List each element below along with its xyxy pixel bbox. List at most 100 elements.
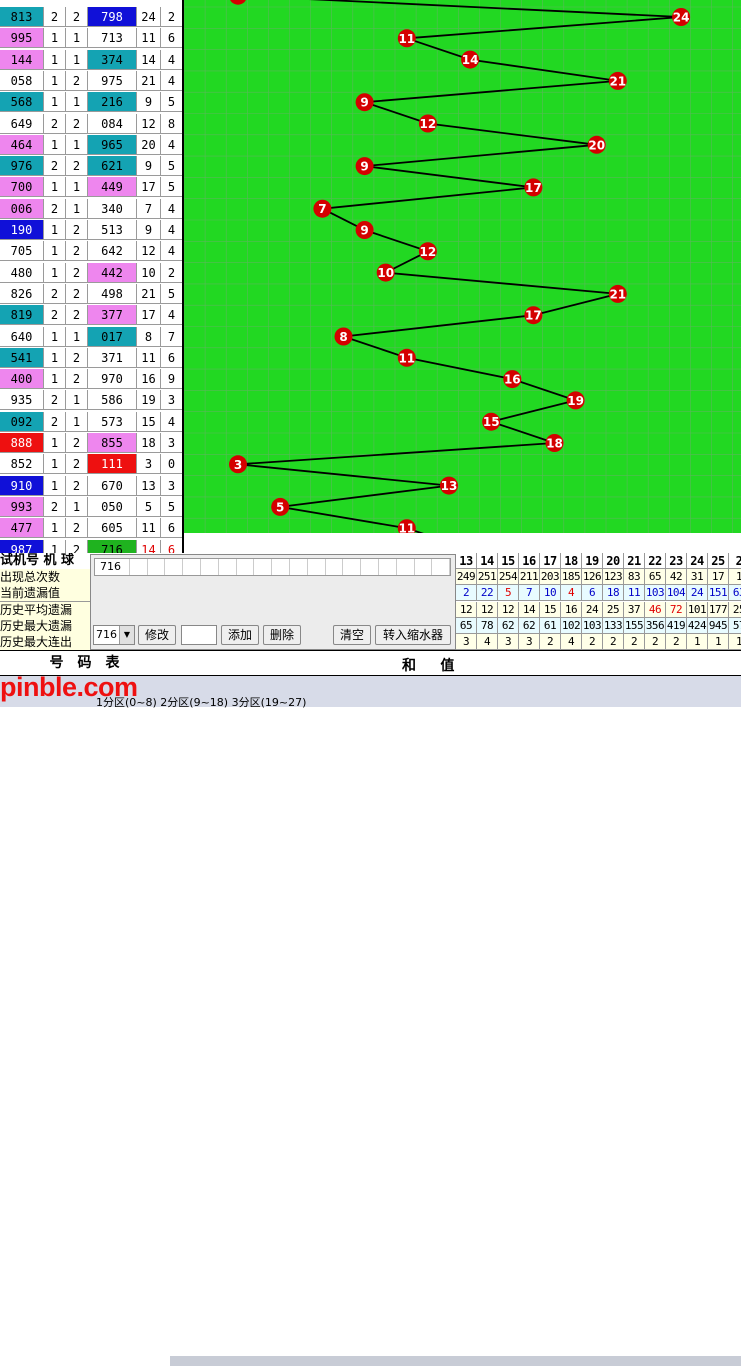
row-ball: 1 <box>66 198 88 219</box>
stats-cell: 24 <box>687 585 708 602</box>
entry-grid-cell[interactable] <box>131 559 148 575</box>
chevron-down-icon[interactable]: ▼ <box>119 626 134 644</box>
row-value: 965 <box>88 134 137 155</box>
stats-cell: 4 <box>561 634 582 650</box>
row-ball: 2 <box>66 283 88 304</box>
row-value: 975 <box>88 70 137 91</box>
stats-cell: 16 <box>519 553 540 569</box>
stats-cell: 23 <box>666 553 687 569</box>
row-number: 568 <box>0 92 44 113</box>
table-row: 190 1 2 513 9 4 <box>0 220 183 241</box>
row-machine: 1 <box>44 28 66 49</box>
row-sum: 9 <box>137 220 161 240</box>
entry-grid-cell[interactable] <box>433 559 451 575</box>
stats-cell: 12 <box>477 601 498 618</box>
table-row: 852 1 2 111 3 0 <box>0 454 183 475</box>
ball-label: 11 <box>398 32 415 46</box>
row-machine: 1 <box>44 369 66 390</box>
row-span: 6 <box>161 28 183 49</box>
entry-grid-cell[interactable] <box>291 559 308 575</box>
entry-grid-cell[interactable] <box>309 559 326 575</box>
entry-grid-cell[interactable] <box>380 559 397 575</box>
row-ball: 2 <box>66 305 88 326</box>
sum-ball: 9 <box>355 221 374 239</box>
row-number: 190 <box>0 220 44 240</box>
table-row: 700 1 1 449 17 5 <box>0 177 183 198</box>
shrink-button[interactable]: 转入缩水器 <box>375 625 451 645</box>
stats-cell: 25 <box>603 601 624 618</box>
entry-grid-cell[interactable] <box>273 559 290 575</box>
row-span: 4 <box>161 411 183 432</box>
stats-cell: 17 <box>540 553 561 569</box>
stats-cell: 13 <box>456 553 477 569</box>
stats-cell: 12 <box>456 601 477 618</box>
entry-grid-cell[interactable] <box>113 559 130 575</box>
row-sum: 14 <box>137 49 161 70</box>
entry-grid-cell[interactable] <box>326 559 344 575</box>
row-number: 541 <box>0 347 44 368</box>
entry-grid-cell[interactable] <box>255 559 273 575</box>
clear-button[interactable]: 清空 <box>333 625 371 645</box>
row-value: 084 <box>88 113 137 134</box>
stats-cell: 21 <box>624 553 645 569</box>
ball-label: 12 <box>420 117 437 131</box>
entry-grid-cell[interactable] <box>166 559 184 575</box>
add-button[interactable]: 添加 <box>221 625 259 645</box>
sum-ball: 9 <box>355 157 374 176</box>
stats-cell: 945 <box>708 617 729 634</box>
row-value: 573 <box>88 411 137 432</box>
row-sum: 18 <box>137 433 161 453</box>
stat-label: 历史最大遗漏 <box>0 617 92 635</box>
ball-label: 7 <box>318 202 326 216</box>
row-span: 4 <box>161 305 183 326</box>
table-row: 649 2 2 084 12 8 <box>0 113 183 135</box>
number-input[interactable] <box>181 625 217 645</box>
row-ball: 1 <box>66 49 88 70</box>
entry-grid-cell[interactable] <box>184 559 201 575</box>
stats-cell: 46 <box>645 601 666 618</box>
table-row: 819 2 2 377 17 4 <box>0 305 183 326</box>
delete-button[interactable]: 删除 <box>263 625 301 645</box>
stats-cell: 31 <box>687 569 708 586</box>
entry-grid-cell[interactable] <box>398 559 415 575</box>
horizontal-scrollbar[interactable] <box>170 1356 741 1366</box>
stats-cell: 101 <box>687 601 708 618</box>
modify-button[interactable]: 修改 <box>138 625 176 645</box>
row-number: 640 <box>0 326 44 347</box>
select-value: 716 <box>96 628 117 641</box>
stats-cell: 1 <box>729 634 741 650</box>
row-machine: 1 <box>44 454 66 475</box>
row-ball: 1 <box>66 496 88 517</box>
ball-label: 14 <box>462 53 479 67</box>
stats-cell: 24 <box>687 553 708 569</box>
sum-ball: 7 <box>313 199 332 218</box>
row-value: 017 <box>88 326 137 347</box>
table-row: 464 1 1 965 20 4 <box>0 134 183 156</box>
entry-grid-cell[interactable] <box>344 559 362 575</box>
entry-grid-cell[interactable] <box>362 559 379 575</box>
row-sum: 19 <box>137 390 161 411</box>
row-number: 464 <box>0 134 44 155</box>
row-ball: 2 <box>66 220 88 240</box>
row-value: 621 <box>88 156 137 177</box>
entry-grid[interactable]: 716 <box>94 558 451 576</box>
row-value: 642 <box>88 241 137 262</box>
number-select[interactable]: 716 ▼ <box>93 625 135 645</box>
table-row: 568 1 1 216 9 5 <box>0 92 183 113</box>
entry-grid-cell[interactable] <box>148 559 166 575</box>
row-number: 826 <box>0 283 44 304</box>
sum-ball: 12 <box>418 242 437 261</box>
entry-grid-cell[interactable] <box>220 559 237 575</box>
stats-cell: 126 <box>582 569 603 586</box>
table-row: 813 2 2 798 24 2 <box>0 7 183 28</box>
stats-cell: 249 <box>456 569 477 586</box>
ball-label: 10 <box>377 266 394 280</box>
entry-grid-cell[interactable] <box>237 559 255 575</box>
entry-grid-cell[interactable] <box>202 559 219 575</box>
row-number: 852 <box>0 454 44 475</box>
zone-status-text: 1分区(0~8) 2分区(9~18) 3分区(19~27) <box>96 696 307 709</box>
stats-cell: 2 <box>645 634 666 650</box>
entry-grid-cell[interactable] <box>415 559 433 575</box>
row-value: 111 <box>88 454 137 475</box>
row-number: 477 <box>0 518 44 539</box>
